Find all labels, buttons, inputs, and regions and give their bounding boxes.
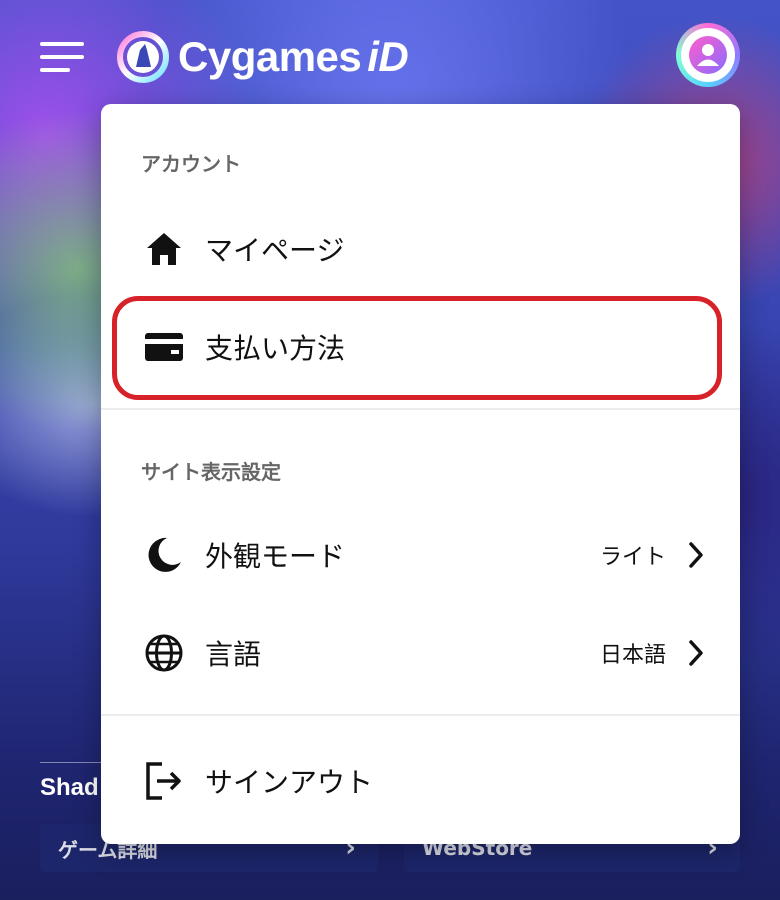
hamburger-menu-icon[interactable] (40, 42, 84, 72)
menu-item-mypage[interactable]: マイページ (101, 204, 740, 294)
background-section-title: Shad (40, 774, 99, 801)
appearance-value: ライト (599, 545, 666, 570)
menu-divider (101, 714, 740, 716)
menu-item-language[interactable]: 言語 日本語 (101, 608, 740, 698)
top-header: Cygames iD (0, 0, 780, 100)
menu-item-appearance-mode[interactable]: 外観モード ライト (101, 510, 740, 600)
user-avatar-button[interactable] (676, 23, 740, 87)
moon-icon (143, 534, 185, 576)
menu-item-label: 外観モード (205, 540, 346, 573)
chevron-right-icon (689, 542, 703, 568)
user-icon (689, 36, 727, 74)
home-icon (143, 228, 185, 270)
logo-word: Cygames (178, 33, 362, 80)
logo-id: iD (367, 33, 409, 80)
sign-out-icon (143, 760, 185, 802)
cygames-id-logo[interactable]: Cygames iD (116, 28, 409, 86)
logo-text: Cygames iD (178, 33, 409, 81)
menu-divider (101, 408, 740, 410)
menu-item-sign-out[interactable]: サインアウト (101, 736, 740, 826)
menu-item-label: 言語 (205, 638, 262, 671)
user-dropdown-menu: アカウント マイページ 支払い方法 サイト表示設定 外観モード ライト 言語 日… (101, 104, 740, 844)
globe-icon (143, 632, 185, 674)
account-section-label: アカウント (141, 152, 241, 176)
menu-item-payment-methods[interactable]: 支払い方法 (101, 302, 740, 392)
display-settings-section-label: サイト表示設定 (141, 460, 281, 484)
hamburger-line (40, 68, 70, 72)
hamburger-line (40, 55, 84, 59)
menu-item-label: サインアウト (205, 766, 374, 799)
cygames-logo-icon (117, 31, 169, 83)
menu-item-label: マイページ (205, 234, 345, 267)
avatar (681, 28, 735, 82)
chevron-right-icon (689, 640, 703, 666)
language-value: 日本語 (599, 643, 666, 668)
background-divider (40, 762, 102, 763)
hamburger-line (40, 42, 84, 46)
menu-item-label: 支払い方法 (205, 332, 346, 365)
card-icon (143, 326, 185, 368)
